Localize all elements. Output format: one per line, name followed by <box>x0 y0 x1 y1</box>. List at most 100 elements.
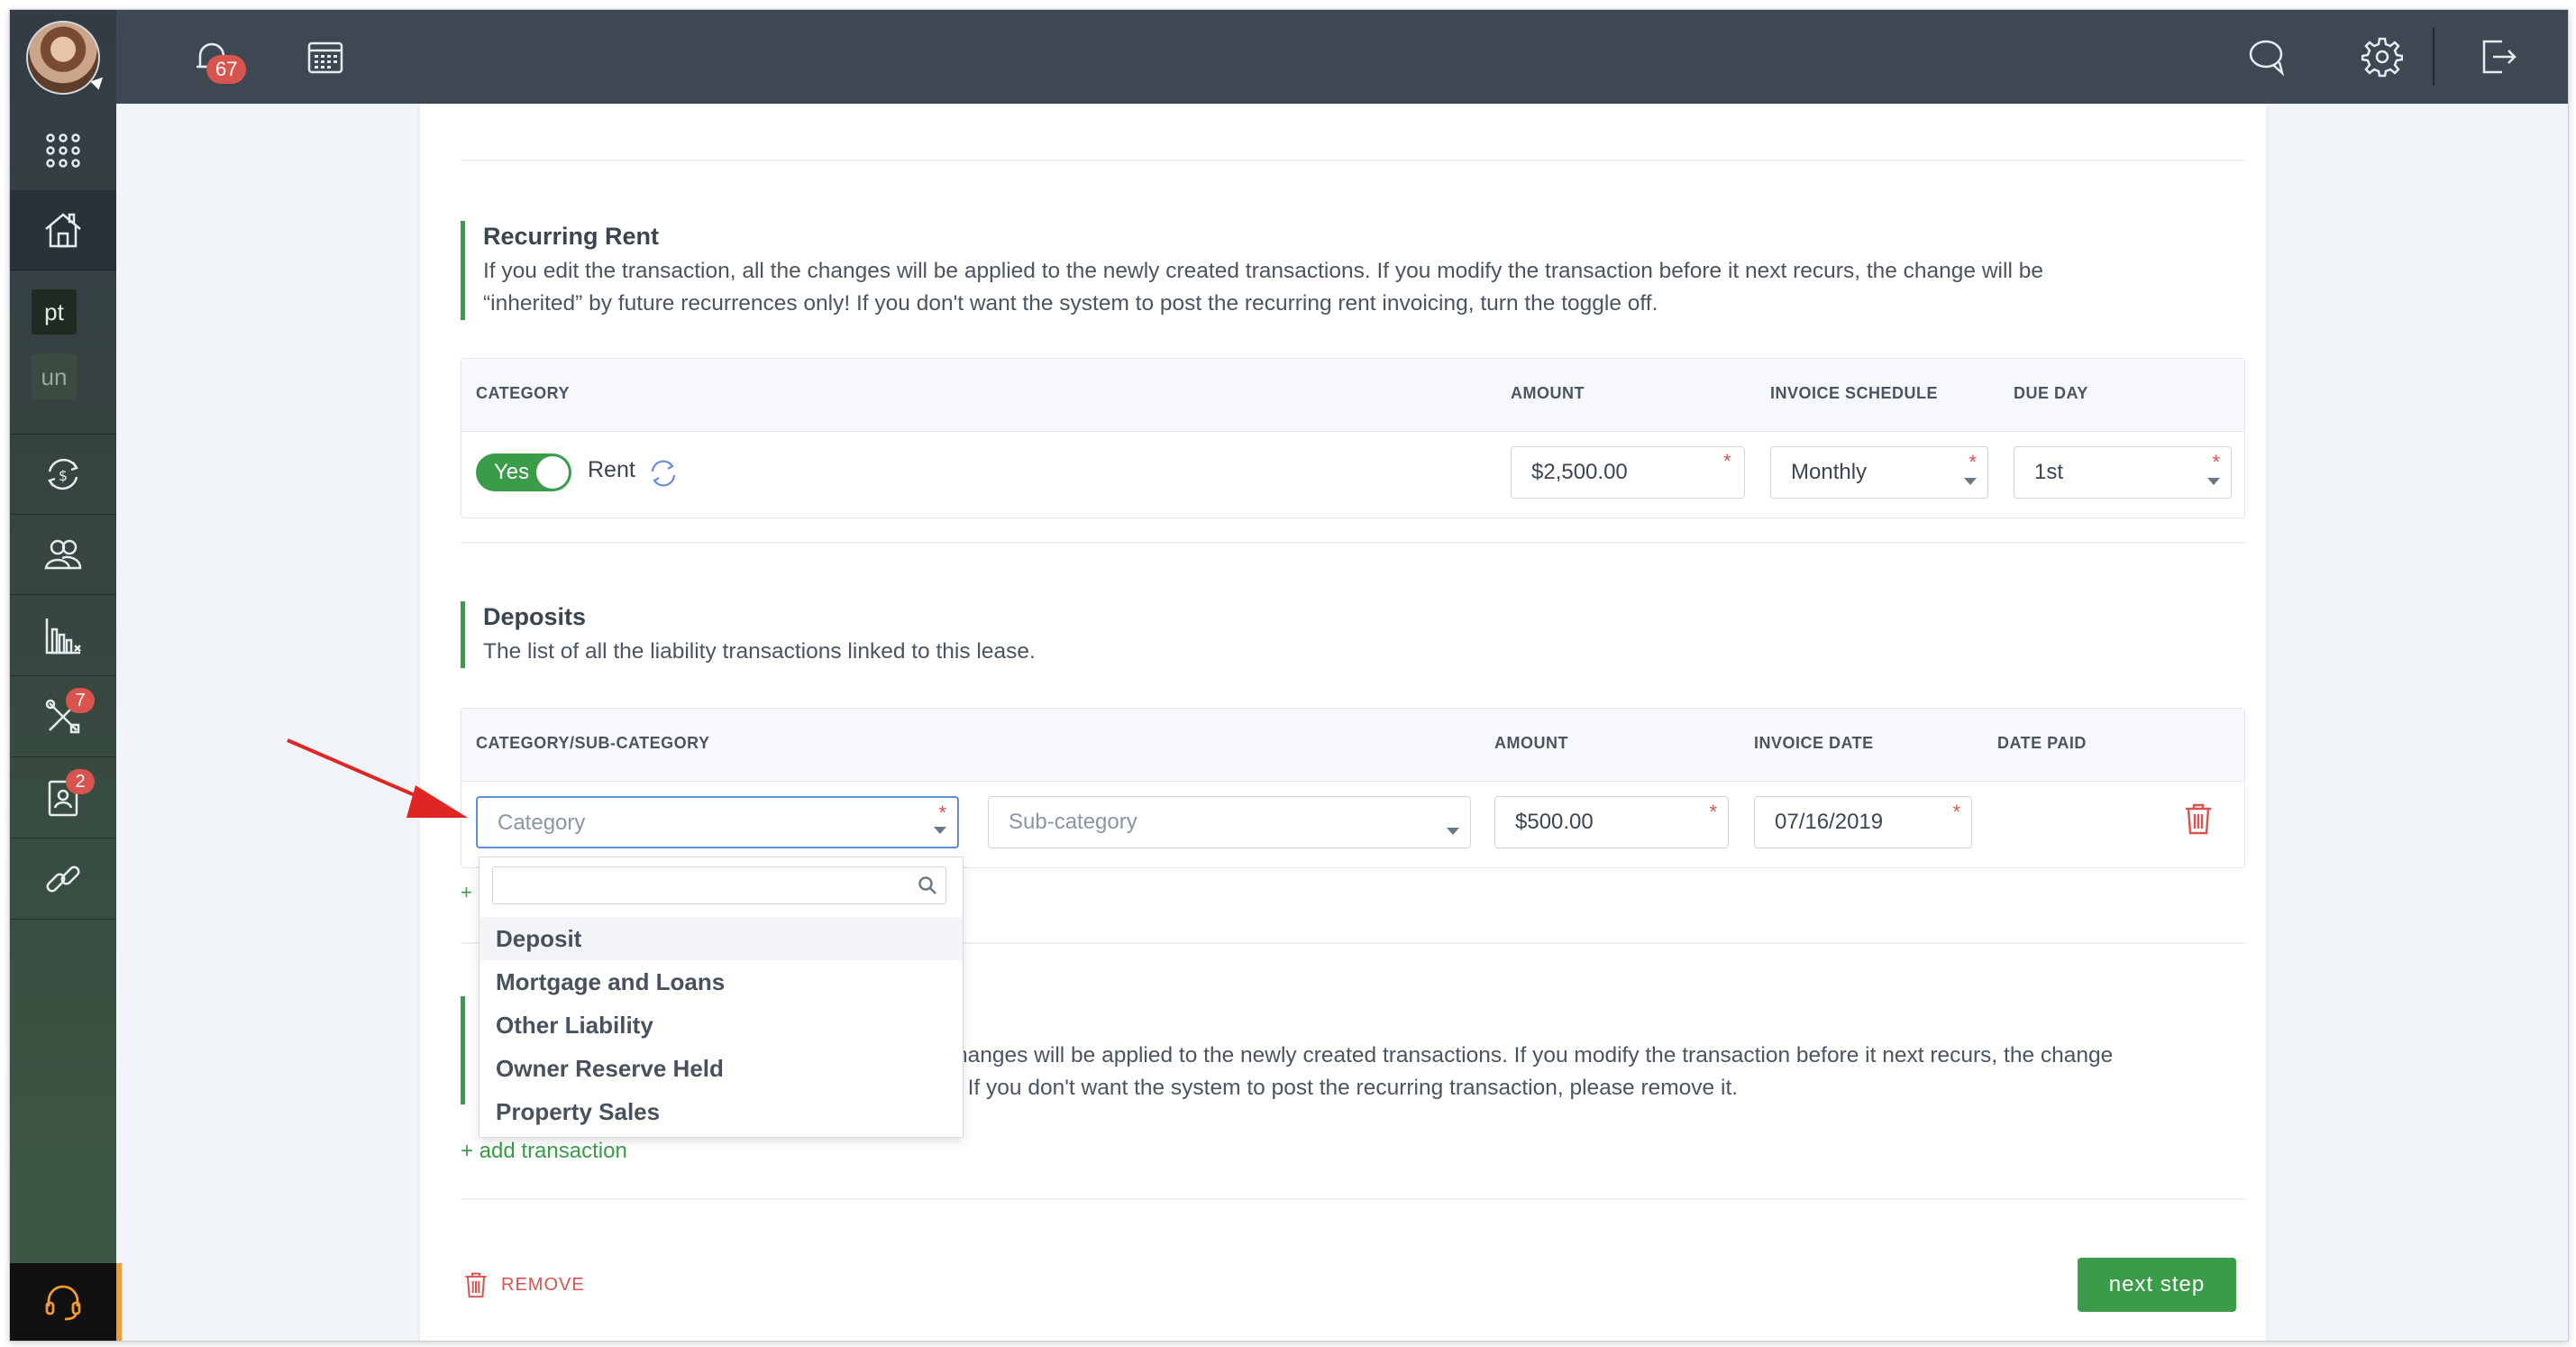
next-step-button[interactable]: next step <box>2078 1258 2236 1312</box>
deposit-amount-value: $500.00 <box>1515 810 1594 834</box>
chevron-down-icon <box>934 827 946 834</box>
header-date-paid: DATE PAID <box>1997 734 2087 752</box>
dropdown-option[interactable]: Deposit <box>480 917 963 960</box>
support-button[interactable] <box>10 1263 116 1341</box>
subcategory-placeholder: Sub-category <box>1009 810 1137 834</box>
remove-label: REMOVE <box>501 1274 585 1295</box>
recurring-rent-title: Recurring Rent <box>483 223 660 250</box>
deposit-amount-input[interactable]: $500.00 * <box>1494 796 1729 848</box>
add-deposit-plus[interactable]: + <box>461 881 472 904</box>
remove-button[interactable]: REMOVE <box>463 1270 585 1299</box>
dropdown-option[interactable]: Other Liability <box>480 1003 963 1047</box>
required-marker: * <box>1969 451 1977 473</box>
recurring-rent-table: CATEGORY AMOUNT INVOICE SCHEDULE DUE DAY… <box>461 358 2245 518</box>
grid-icon <box>46 133 80 168</box>
recurring-tx-description-1: hanges will be applied to the newly crea… <box>955 1043 2114 1068</box>
lease-form-card: Recurring Rent If you edit the transacti… <box>420 104 2266 1341</box>
annotation-arrow <box>287 738 468 818</box>
deposits-header: Deposits The list of all the liability t… <box>461 601 1036 668</box>
logout-button[interactable] <box>2474 33 2521 80</box>
sidebar-item-reports[interactable] <box>10 596 116 676</box>
required-marker: * <box>938 802 946 824</box>
link-icon <box>46 866 80 893</box>
recurring-rent-table-header: CATEGORY AMOUNT INVOICE SCHEDULE DUE DAY <box>461 359 2244 432</box>
chat-button[interactable] <box>2243 33 2290 80</box>
header-invoice-schedule: INVOICE SCHEDULE <box>1770 384 1939 402</box>
apps-grid-button[interactable] <box>10 111 116 191</box>
logout-icon <box>2482 40 2517 74</box>
due-day-value: 1st <box>2034 460 2064 484</box>
header-amount: AMOUNT <box>1511 384 1585 402</box>
toggle-label: Yes <box>494 460 530 484</box>
sidebar-item-people[interactable] <box>10 515 116 595</box>
sidebar-pill-un[interactable]: un <box>32 354 77 399</box>
category-select[interactable]: Category * <box>476 796 959 848</box>
invoice-schedule-select[interactable]: Monthly * <box>1770 446 1988 499</box>
dropdown-option[interactable]: Property Sales <box>480 1090 963 1133</box>
settings-button[interactable] <box>2359 33 2406 80</box>
deposits-table: CATEGORY/SUB-CATEGORY AMOUNT INVOICE DAT… <box>461 708 2245 868</box>
dropdown-option[interactable]: Owner Reserve Held <box>480 1047 963 1090</box>
sidebar-pill-pt[interactable]: pt <box>32 289 77 334</box>
chevron-down-icon <box>2207 478 2220 485</box>
recurring-tx-accent <box>461 996 465 1104</box>
deposits-description: The list of all the liability transactio… <box>483 639 1036 664</box>
trash-icon <box>465 1272 487 1298</box>
invoice-schedule-value: Monthly <box>1791 460 1868 484</box>
house-icon <box>45 213 81 248</box>
people-icon <box>44 539 82 570</box>
recurring-rent-header: Recurring Rent If you edit the transacti… <box>461 221 2043 320</box>
sidebar: ▲ pt un $ 7 2 <box>10 10 116 1341</box>
recurring-rent-description-2: “inherited” by future recurrences only! … <box>483 291 1658 316</box>
category-dropdown: Deposit Mortgage and Loans Other Liabili… <box>479 857 964 1138</box>
trash-icon[interactable] <box>2183 802 2214 836</box>
required-marker: * <box>1952 801 1960 823</box>
sidebar-item-properties[interactable] <box>10 190 116 270</box>
chevron-down-icon <box>1964 478 1977 485</box>
recurring-tx-description-2: ! If you don't want the system to post t… <box>955 1076 1739 1100</box>
category-placeholder: Category <box>498 811 586 835</box>
divider <box>461 542 2245 544</box>
sidebar-item-leases[interactable]: 2 <box>10 758 116 838</box>
sidebar-item-links[interactable] <box>10 839 116 920</box>
sidebar-item-accounting[interactable]: $ <box>10 434 116 515</box>
dropdown-search-input[interactable] <box>492 866 946 904</box>
header-amount: AMOUNT <box>1494 734 1568 752</box>
search-icon <box>918 876 936 894</box>
toggle-knob <box>536 456 569 489</box>
rent-category-label: Rent <box>588 457 635 482</box>
required-marker: * <box>2212 451 2220 473</box>
invoice-date-input[interactable]: 07/16/2019 * <box>1754 796 1972 848</box>
calendar-button[interactable] <box>302 33 349 80</box>
chat-icon <box>2249 40 2285 77</box>
deposits-table-header: CATEGORY/SUB-CATEGORY AMOUNT INVOICE DAT… <box>461 709 2244 782</box>
app-window: ▲ pt un $ 7 2 67 Recurring Rent If you e… <box>9 9 2569 1342</box>
divider <box>461 160 2245 161</box>
recurring-sync-icon <box>651 460 676 487</box>
chevron-down-icon <box>1447 828 1459 835</box>
calendar-icon <box>307 41 343 74</box>
divider <box>461 1198 2245 1200</box>
add-transaction-link[interactable]: + add transaction <box>461 1139 627 1164</box>
top-bar: 67 <box>116 10 2568 104</box>
required-marker: * <box>1723 450 1731 472</box>
subcategory-select[interactable]: Sub-category <box>988 796 1471 848</box>
leases-badge: 2 <box>66 769 95 794</box>
header-category-subcategory: CATEGORY/SUB-CATEGORY <box>476 734 710 752</box>
deposit-row: Category * Sub-category $500.00 * 07/16/… <box>461 782 2244 866</box>
rent-amount-input[interactable]: $2,500.00 <box>1511 446 1745 499</box>
headset-icon <box>45 1285 81 1321</box>
invoice-date-value: 07/16/2019 <box>1775 810 1884 834</box>
gear-icon <box>2361 37 2403 78</box>
required-marker: * <box>1709 801 1717 823</box>
dropdown-option[interactable]: Mortgage and Loans <box>480 960 963 1003</box>
bar-chart-icon <box>45 619 81 655</box>
money-cycle-icon: $ <box>48 458 78 490</box>
sidebar-item-maintenance[interactable]: 7 <box>10 677 116 757</box>
maintenance-badge: 7 <box>66 688 95 713</box>
due-day-select[interactable]: 1st * <box>2014 446 2232 499</box>
recurring-rent-description-1: If you edit the transaction, all the cha… <box>483 259 2043 283</box>
topbar-divider <box>2433 28 2434 86</box>
support-accent-bar <box>116 1263 122 1341</box>
recurring-rent-toggle[interactable]: Yes <box>476 454 571 491</box>
